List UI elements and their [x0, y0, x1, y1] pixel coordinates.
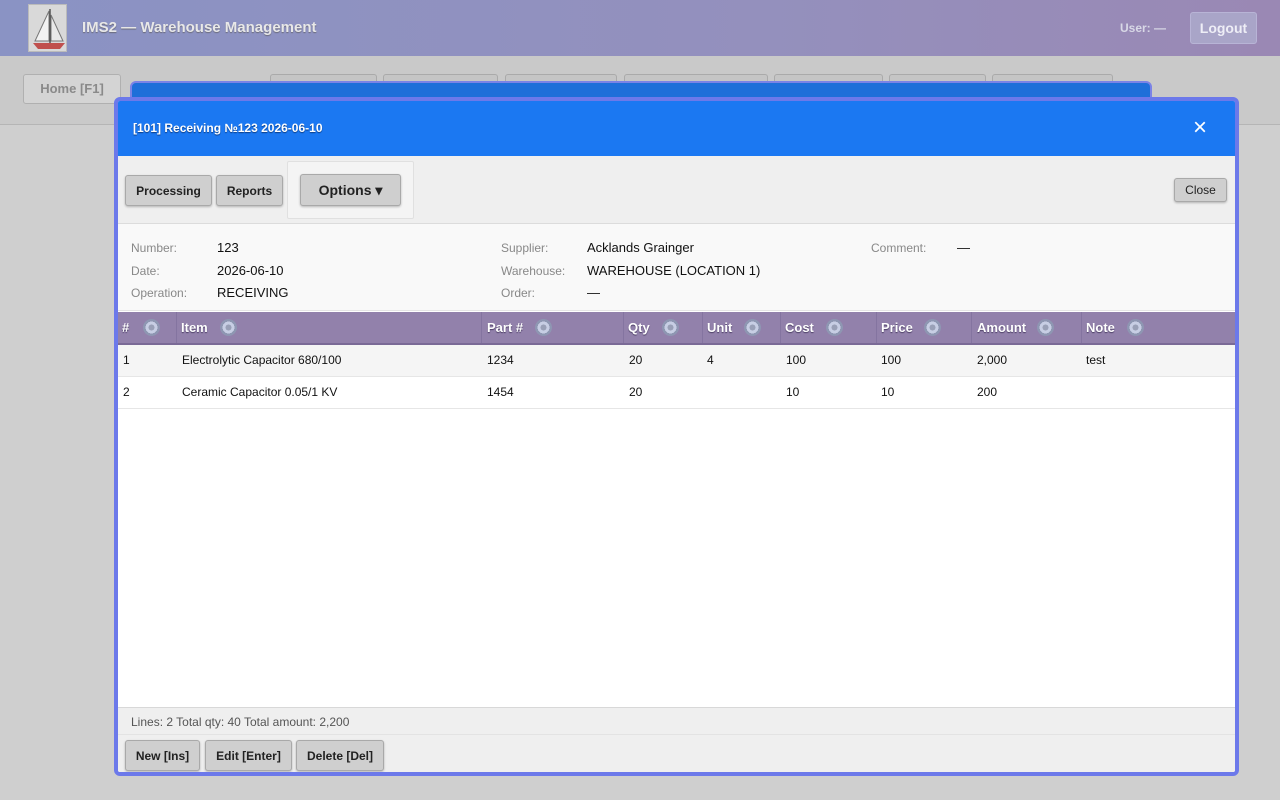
cell-amount: 2,000: [977, 353, 1008, 367]
app-title: IMS2 — Warehouse Management: [82, 19, 317, 36]
column-header-qty[interactable]: Qty: [628, 312, 650, 343]
cell-item: Ceramic Capacitor 0.05/1 KV: [182, 385, 338, 399]
comment-value: —: [957, 240, 970, 255]
supplier-label: Supplier:: [501, 241, 549, 255]
delete-button[interactable]: Delete [Del]: [296, 740, 384, 771]
cell-unit: 4: [707, 353, 714, 367]
reports-button[interactable]: Reports: [216, 175, 283, 206]
gear-icon[interactable]: [662, 319, 679, 336]
operation-value: RECEIVING: [217, 285, 289, 300]
new-button[interactable]: New [Ins]: [125, 740, 200, 771]
gear-icon[interactable]: [143, 319, 160, 336]
close-button[interactable]: Close: [1174, 178, 1227, 202]
column-separator: [1081, 312, 1082, 343]
cell-qty: 20: [629, 353, 643, 367]
order-value: —: [587, 285, 600, 300]
gear-icon[interactable]: [535, 319, 552, 336]
column-separator: [702, 312, 703, 343]
cell-amount: 200: [977, 385, 998, 399]
sailboat-logo-icon: [28, 4, 67, 52]
gear-icon[interactable]: [1037, 319, 1054, 336]
table-row[interactable]: 1 Electrolytic Capacitor 680/100 1234 20…: [118, 345, 1235, 377]
comment-label: Comment:: [871, 241, 927, 255]
column-header-cost[interactable]: Cost: [785, 312, 814, 343]
column-separator: [176, 312, 177, 343]
number-value: 123: [217, 240, 239, 255]
gear-icon[interactable]: [1127, 319, 1144, 336]
column-header-part[interactable]: Part #: [487, 312, 523, 343]
column-separator: [876, 312, 877, 343]
column-separator: [780, 312, 781, 343]
gear-icon[interactable]: [220, 319, 237, 336]
date-label: Date:: [131, 264, 160, 278]
cell-cost: 10: [786, 385, 800, 399]
column-header-price[interactable]: Price: [881, 312, 913, 343]
nav-tab-home[interactable]: Home [F1]: [23, 74, 121, 104]
cell-part: 1454: [487, 385, 514, 399]
column-header-unit[interactable]: Unit: [707, 312, 732, 343]
dialog-toolbar: Processing Reports Options ▾ Close: [118, 156, 1235, 224]
column-header-note[interactable]: Note: [1086, 312, 1115, 343]
column-separator: [971, 312, 972, 343]
cell-note: test: [1086, 353, 1106, 367]
operation-label: Operation:: [131, 286, 188, 300]
supplier-value: Acklands Grainger: [587, 240, 694, 255]
column-header-item[interactable]: Item: [181, 312, 208, 343]
cell-cost: 100: [786, 353, 807, 367]
warehouse-value: WAREHOUSE (LOCATION 1): [587, 263, 761, 278]
cell-part: 1234: [487, 353, 514, 367]
table-row[interactable]: 2 Ceramic Capacitor 0.05/1 KV 1454 20 10…: [118, 377, 1235, 409]
logout-button[interactable]: Logout: [1190, 12, 1257, 44]
column-separator: [481, 312, 482, 343]
cell-qty: 20: [629, 385, 643, 399]
cell-number: 1: [123, 353, 130, 367]
warehouse-label: Warehouse:: [501, 264, 566, 278]
gear-icon[interactable]: [744, 319, 761, 336]
receiving-dialog: [101] Receiving №123 2026-06-10 × Proces…: [114, 97, 1239, 776]
gear-icon[interactable]: [924, 319, 941, 336]
status-bar: Lines: 2 Total qty: 40 Total amount: 2,2…: [118, 707, 1235, 734]
status-totals: Lines: 2 Total qty: 40 Total amount: 2,2…: [131, 715, 350, 729]
app-header: IMS2 — Warehouse Management User: — Logo…: [0, 0, 1280, 56]
column-header-number[interactable]: #: [122, 312, 129, 343]
user-label: User: —: [1120, 21, 1167, 35]
cell-item: Electrolytic Capacitor 680/100: [182, 353, 342, 367]
cell-price: 100: [881, 353, 902, 367]
column-header-amount[interactable]: Amount: [977, 312, 1026, 343]
edit-button[interactable]: Edit [Enter]: [205, 740, 292, 771]
document-header-info: Number: 123 Date: 2026-06-10 Operation: …: [118, 224, 1235, 311]
processing-button[interactable]: Processing: [125, 175, 212, 206]
options-dropdown-button[interactable]: Options ▾: [300, 174, 401, 206]
cell-number: 2: [123, 385, 130, 399]
grid-header: # Item Part # Qty Unit Cost Price Amount…: [118, 312, 1235, 345]
order-label: Order:: [501, 286, 536, 300]
close-icon[interactable]: ×: [1187, 115, 1213, 141]
gear-icon[interactable]: [826, 319, 843, 336]
number-label: Number:: [131, 241, 178, 255]
date-value: 2026-06-10: [217, 263, 284, 278]
dialog-title: [101] Receiving №123 2026-06-10: [133, 121, 323, 135]
column-separator: [623, 312, 624, 343]
cell-price: 10: [881, 385, 895, 399]
bottom-toolbar: New [Ins] Edit [Enter] Delete [Del]: [118, 734, 1235, 772]
dialog-title-bar: [101] Receiving №123 2026-06-10 ×: [118, 101, 1235, 156]
